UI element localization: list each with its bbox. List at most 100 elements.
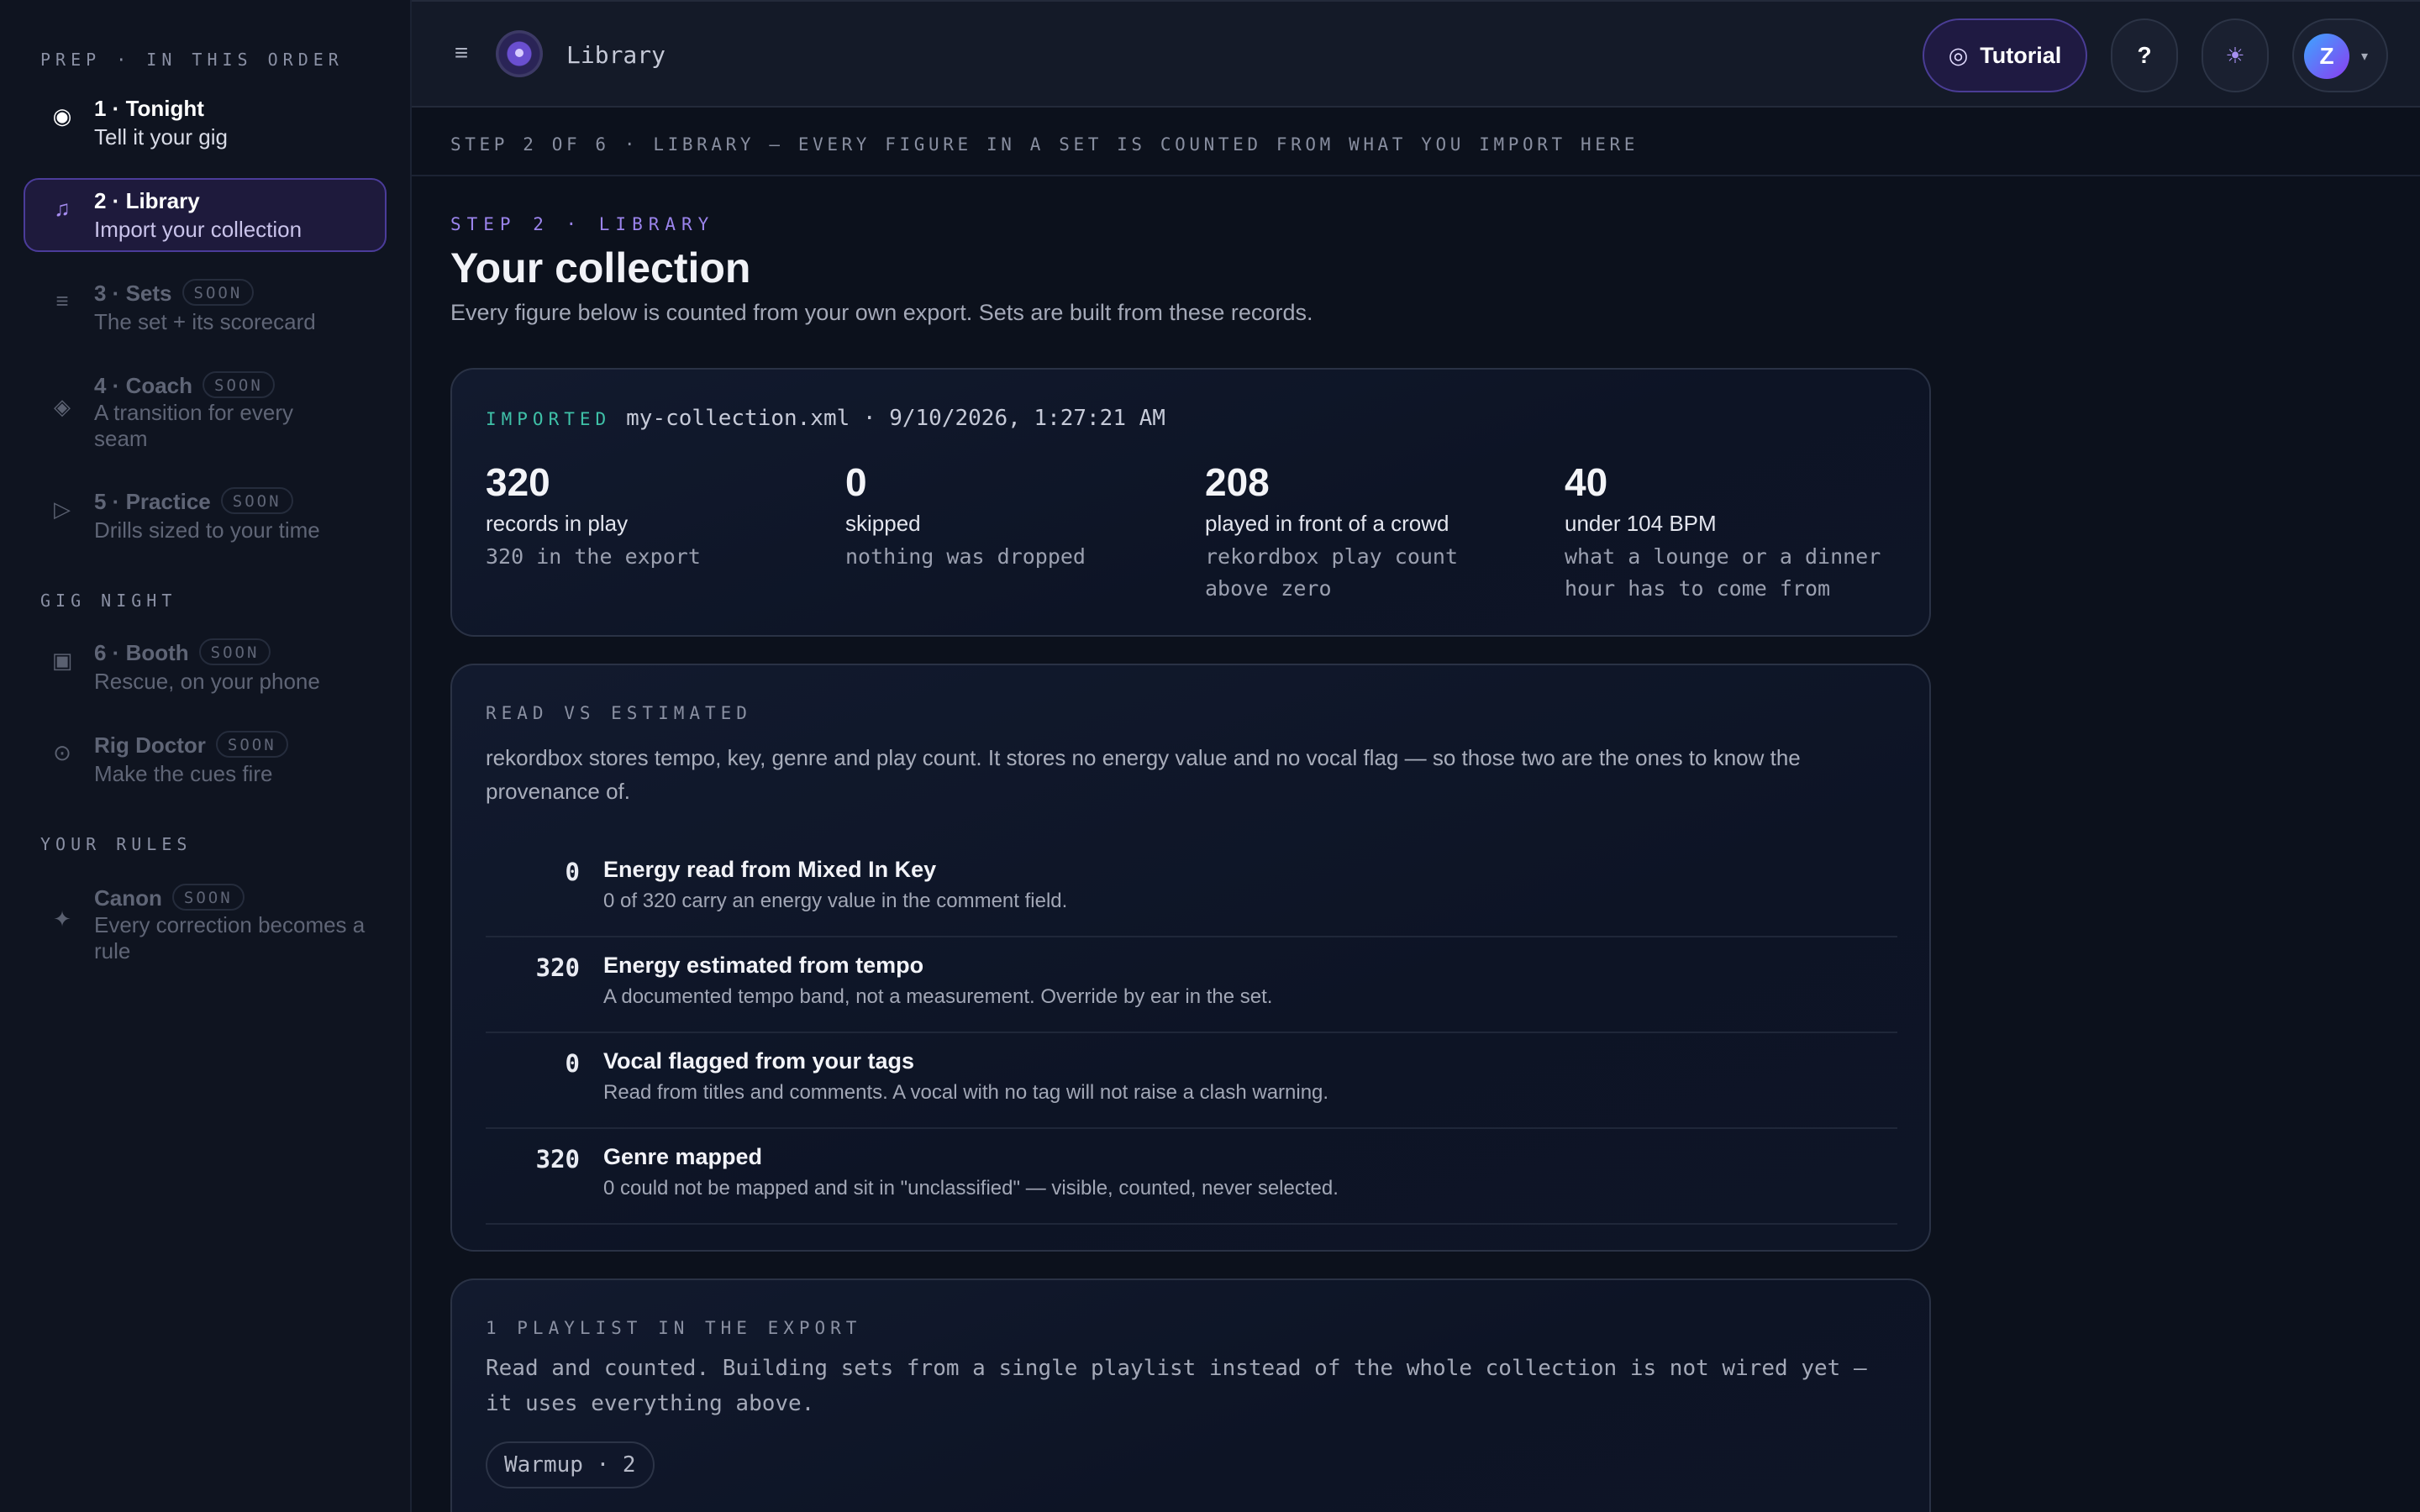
provenance-title: Vocal flagged from your tags — [603, 1048, 915, 1074]
stat-number: 0 — [845, 460, 867, 504]
sidebar-section-prep: PREP · IN THIS ORDER — [40, 50, 344, 70]
sidebar-section-rules: YOUR RULES — [40, 834, 192, 854]
imported-tag: IMPORTED — [486, 409, 612, 429]
read-vs-estimated-card: READ VS ESTIMATED rekordbox stores tempo… — [450, 664, 1931, 1252]
tutorial-button[interactable]: ◎ Tutorial — [1923, 18, 2087, 92]
provenance-count: 320 — [535, 953, 580, 982]
sidebar-item-tonight[interactable]: ◉ 1 · Tonight Tell it your gig — [24, 86, 387, 160]
radio-dot-icon: ◉ — [52, 103, 72, 129]
stat-skipped: 0 skipped nothing was dropped — [845, 459, 1198, 573]
page-lede: Every figure below is counted from your … — [450, 300, 1313, 325]
provenance-count: 0 — [565, 858, 580, 886]
step-eyebrow: STEP 2 · LIBRARY — [450, 214, 715, 234]
imported-file: my-collection.xml · 9/10/2026, 1:27:21 A… — [626, 406, 1165, 431]
chevron-down-icon: ▾ — [2361, 50, 2369, 64]
sidebar-item-subtitle: A transition for every seam — [94, 400, 293, 451]
play-icon: ▷ — [54, 496, 71, 522]
sidebar-item-coach[interactable]: ◈ 4 · Coach SOON A transition for every s… — [24, 363, 387, 460]
stat-number: 208 — [1205, 460, 1270, 504]
app-logo — [496, 30, 543, 77]
sidebar-item-sets[interactable]: ≡ 3 · Sets SOON The set + its scorecard — [24, 270, 387, 344]
sidebar-item-title: 6 · Booth — [94, 640, 189, 665]
user-menu-button[interactable]: Z ▾ — [2292, 18, 2388, 92]
sidebar-item-subtitle: Import your collection — [94, 217, 302, 242]
section-title: READ VS ESTIMATED — [486, 703, 752, 723]
booth-icon: ▣ — [51, 648, 73, 673]
list-item: 320 Genre mapped 0 could not be mapped a… — [486, 1129, 1897, 1225]
stat-note: what a lounge or a dinner hour has to co… — [1565, 544, 1881, 601]
stat-note: 320 in the export — [486, 544, 701, 569]
step-indicator: STEP 2 OF 6 · LIBRARY — EVERY FIGURE IN … — [412, 108, 2420, 176]
stat-note: rekordbox play count above zero — [1205, 544, 1459, 601]
section-title: 1 PLAYLIST IN THE EXPORT — [486, 1318, 862, 1338]
tutorial-icon: ◎ — [1948, 43, 1969, 68]
playlist-chip[interactable]: Warmup · 2 — [486, 1441, 655, 1488]
sidebar-item-title: Rig Doctor — [94, 732, 206, 758]
sidebar-item-subtitle: Every correction becomes a rule — [94, 912, 366, 963]
provenance-count: 0 — [565, 1049, 580, 1078]
tutorial-label: Tutorial — [1980, 43, 2062, 68]
stat-number: 40 — [1565, 460, 1608, 504]
import-summary-card: IMPORTED my-collection.xml · 9/10/2026, 1… — [450, 368, 1931, 637]
soon-badge: SOON — [182, 279, 255, 306]
sidebar-item-title: 3 · Sets — [94, 281, 172, 306]
provenance-list: 0 Energy read from Mixed In Key 0 of 320… — [486, 842, 1897, 1225]
provenance-desc: 0 could not be mapped and sit in "unclas… — [603, 1177, 1339, 1200]
sidebar: PREP · IN THIS ORDER ◉ 1 · Tonight Tell … — [0, 0, 412, 1512]
list-item: 0 Energy read from Mixed In Key 0 of 320… — [486, 842, 1897, 937]
sidebar-item-library[interactable]: ♫ 2 · Library Import your collection — [24, 178, 387, 252]
provenance-count: 320 — [535, 1145, 580, 1173]
sidebar-item-title: 2 · Library — [94, 188, 200, 213]
provenance-title: Energy read from Mixed In Key — [603, 857, 937, 882]
stat-label: skipped — [845, 511, 921, 536]
page-title-topbar: Library — [566, 41, 666, 69]
provenance-desc: Read from titles and comments. A vocal w… — [603, 1081, 1329, 1104]
soon-badge: SOON — [215, 731, 288, 758]
sidebar-item-practice[interactable]: ▷ 5 · Practice SOON Drills sized to your … — [24, 479, 387, 553]
avatar: Z — [2304, 34, 2349, 79]
list-icon: ≡ — [55, 288, 69, 313]
playlist-card: 1 PLAYLIST IN THE EXPORT Read and counte… — [450, 1278, 1931, 1512]
stat-label: records in play — [486, 511, 629, 536]
help-button[interactable]: ? — [2111, 18, 2178, 92]
stat-note: nothing was dropped — [845, 544, 1086, 569]
page-title: Your collection — [450, 244, 751, 291]
topbar: ≡ Library ◎ Tutorial ? ☀ Z ▾ — [412, 0, 2420, 108]
provenance-desc: A documented tempo band, not a measureme… — [603, 985, 1273, 1008]
sidebar-item-rig-doctor[interactable]: ⊙ Rig Doctor SOON Make the cues fire — [24, 722, 387, 796]
sidebar-section-gig: GIG NIGHT — [40, 591, 177, 611]
stat-number: 320 — [486, 460, 550, 504]
sidebar-item-title: Canon — [94, 885, 162, 911]
stat-under-bpm: 40 under 104 BPM what a lounge or a dinn… — [1565, 459, 1918, 605]
target-icon: ⊙ — [53, 740, 71, 765]
sidebar-item-subtitle: Rescue, on your phone — [94, 669, 320, 694]
stat-played: 208 played in front of a crowd rekordbox… — [1205, 459, 1558, 605]
stat-label: under 104 BPM — [1565, 511, 1717, 536]
sidebar-item-title: 4 · Coach — [94, 373, 193, 398]
sidebar-item-title: 1 · Tonight — [94, 96, 204, 121]
menu-icon[interactable]: ≡ — [449, 40, 474, 66]
theme-toggle-icon[interactable]: ☀ — [2202, 18, 2269, 92]
provenance-title: Genre mapped — [603, 1144, 763, 1169]
soon-badge: SOON — [198, 638, 271, 665]
soon-badge: SOON — [171, 884, 245, 911]
list-item: 320 Energy estimated from tempo A docume… — [486, 937, 1897, 1033]
sidebar-item-subtitle: Drills sized to your time — [94, 517, 320, 543]
diamond-icon: ◈ — [54, 394, 71, 419]
soon-badge: SOON — [203, 371, 275, 398]
section-desc: Read and counted. Building sets from a s… — [486, 1356, 1867, 1416]
sidebar-item-subtitle: Make the cues fire — [94, 761, 273, 786]
provenance-desc: 0 of 320 carry an energy value in the co… — [603, 890, 1068, 912]
sidebar-item-canon[interactable]: ✦ Canon SOON Every correction becomes a r… — [24, 875, 387, 973]
soon-badge: SOON — [220, 487, 293, 514]
sidebar-item-booth[interactable]: ▣ 6 · Booth SOON Rescue, on your phone — [24, 630, 387, 704]
stat-label: played in front of a crowd — [1205, 511, 1449, 536]
list-item: 0 Vocal flagged from your tags Read from… — [486, 1033, 1897, 1129]
provenance-title: Energy estimated from tempo — [603, 953, 924, 978]
music-note-icon: ♫ — [54, 196, 71, 221]
sparkle-icon: ✦ — [53, 906, 71, 932]
stat-records: 320 records in play 320 in the export — [486, 459, 839, 573]
sidebar-item-subtitle: Tell it your gig — [94, 124, 228, 150]
sidebar-item-subtitle: The set + its scorecard — [94, 309, 316, 334]
main-header: STEP 2 · LIBRARY Your collection Every f… — [450, 210, 1929, 328]
